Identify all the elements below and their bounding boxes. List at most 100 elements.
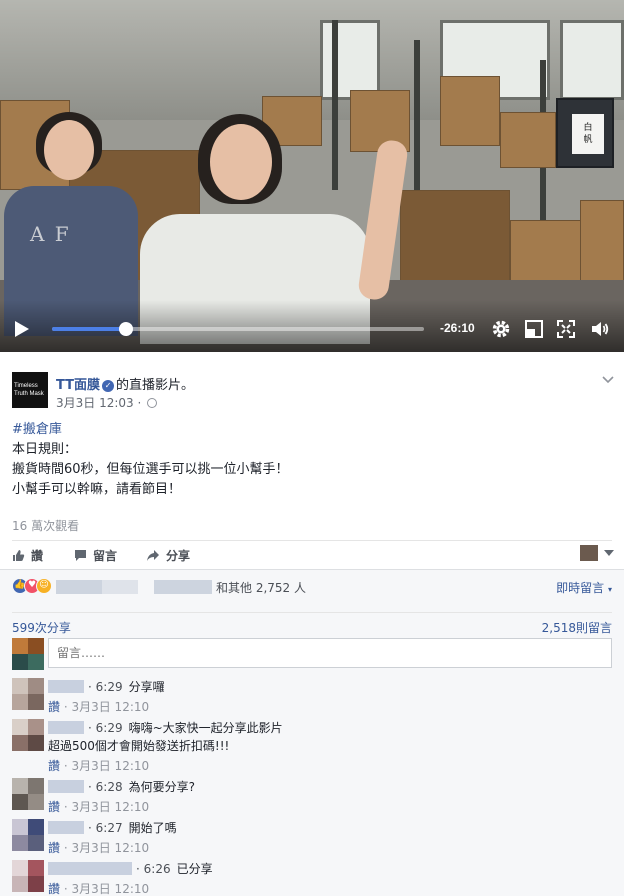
- settings-button[interactable]: [491, 319, 511, 339]
- comment-like-link[interactable]: 讚: [48, 882, 60, 896]
- picture-in-picture-icon: [525, 320, 543, 338]
- avatar: [12, 638, 44, 670]
- video-player[interactable]: 白帆 A F -26:10: [0, 0, 624, 352]
- comments-count-link[interactable]: 2,518則留言: [542, 619, 612, 636]
- video-frame-shelf: [332, 20, 338, 190]
- like-button[interactable]: 讚: [12, 547, 43, 564]
- commenter-avatar[interactable]: [12, 860, 44, 892]
- comment-item: · 6:29 嗨嗨~大家快一起分享此影片 超過500個才會開始發送折扣碼!!! 讚…: [12, 719, 612, 773]
- commenter-name-redacted[interactable]: [48, 821, 84, 834]
- action-bar: 讚 留言 分享: [12, 540, 614, 568]
- comment-text: 已分享: [176, 862, 213, 876]
- commenter-name-redacted[interactable]: [48, 780, 84, 793]
- commenter-avatar[interactable]: [12, 778, 44, 810]
- commenter-name-redacted[interactable]: [48, 680, 84, 693]
- gear-icon: [492, 320, 510, 338]
- comment-video-time[interactable]: · 6:29: [88, 721, 123, 735]
- thumbs-up-icon: [13, 550, 25, 561]
- video-frame-person: [44, 120, 94, 180]
- chevron-down-icon: [602, 376, 614, 384]
- caret-down-icon: [604, 550, 614, 556]
- comment-meta: 讚 · 3月3日 12:10: [48, 882, 150, 896]
- comment-sort-dropdown[interactable]: 即時留言 ▾: [556, 579, 612, 596]
- post-line: 小幫手可以幹嘛，請看節目！: [12, 482, 182, 497]
- post-header: Timeless Truth Mask TT面膜 ✓ 的直播影片。 3月3日 12:…: [0, 352, 624, 412]
- reactor-name-redacted[interactable]: [154, 580, 212, 594]
- post-timestamp[interactable]: 3月3日 12:03 ·: [56, 394, 158, 411]
- share-arrow-icon: [147, 550, 159, 561]
- commenter-name-redacted[interactable]: [48, 862, 132, 875]
- comment-date[interactable]: 3月3日 12:10: [71, 700, 149, 714]
- post-card: Timeless Truth Mask TT面膜 ✓ 的直播影片。 3月3日 12:…: [0, 352, 624, 896]
- comment-like-link[interactable]: 讚: [48, 800, 60, 814]
- comment-text-continued: 超過500個才會開始發送折扣碼!!!: [48, 739, 230, 753]
- globe-icon: [147, 398, 158, 408]
- comment-date[interactable]: 3月3日 12:10: [71, 800, 149, 814]
- haha-reaction-icon[interactable]: ☺: [36, 578, 52, 594]
- fullscreen-button[interactable]: [556, 319, 576, 339]
- comment-line: · 6:26 已分享: [48, 860, 213, 876]
- commenter-avatar[interactable]: [12, 678, 44, 710]
- comment-item: · 6:29 分享囉 讚 · 3月3日 12:10: [12, 678, 612, 714]
- post-line: 搬貨時間60秒，但每位選手可以挑一位小幫手！: [12, 462, 289, 477]
- comment-video-time[interactable]: · 6:28: [88, 780, 123, 794]
- post-message: #搬倉庫 本日規則： 搬貨時間60秒，但每位選手可以挑一位小幫手！ 小幫手可以幹…: [12, 420, 612, 500]
- page-avatar[interactable]: Timeless Truth Mask: [12, 372, 48, 408]
- comment-like-link[interactable]: 讚: [48, 841, 60, 855]
- volume-button[interactable]: [590, 319, 610, 339]
- post-action-text: 的直播影片。: [116, 378, 195, 393]
- comment-video-time[interactable]: · 6:29: [88, 680, 123, 694]
- scrubber-progress: [52, 327, 127, 331]
- share-button[interactable]: 分享: [146, 547, 190, 564]
- pip-button[interactable]: [524, 319, 544, 339]
- comment-line: · 6:29 分享囉: [48, 678, 165, 694]
- shirt-print: A F: [30, 222, 71, 246]
- video-frame-box: [500, 112, 556, 168]
- timestamp-text: 3月3日 12:03 ·: [56, 396, 142, 410]
- shares-count-link[interactable]: 599次分享: [12, 619, 71, 636]
- video-frame-box: [440, 76, 500, 146]
- play-icon: [15, 321, 29, 337]
- reactor-name-redacted[interactable]: [102, 580, 138, 594]
- comment-meta: 讚 · 3月3日 12:10: [48, 800, 150, 814]
- poster-line: TT面膜 ✓ 的直播影片。: [56, 374, 194, 393]
- comment-text: 嗨嗨~大家快一起分享此影片: [128, 721, 283, 735]
- comment-line: · 6:27 開始了嗎: [48, 819, 177, 835]
- video-frame-box: [580, 200, 624, 290]
- comment-video-time[interactable]: · 6:27: [88, 821, 123, 835]
- comment-video-time[interactable]: · 6:26: [136, 862, 171, 876]
- post-line: 本日規則：: [12, 442, 78, 457]
- reactions-others-link[interactable]: 和其他 2,752 人: [216, 579, 306, 596]
- comment-meta: 讚 · 3月3日 12:10: [48, 700, 150, 714]
- comment-date[interactable]: 3月3日 12:10: [71, 882, 149, 896]
- comment-like-link[interactable]: 讚: [48, 759, 60, 773]
- page-name-link[interactable]: TT面膜: [56, 378, 100, 393]
- reactor-name-redacted[interactable]: [56, 580, 102, 594]
- comment-meta: 讚 · 3月3日 12:10: [48, 759, 150, 773]
- post-as-selector[interactable]: [580, 545, 624, 563]
- bin-sign: 白帆: [572, 114, 604, 154]
- comment-button[interactable]: 留言: [74, 547, 117, 564]
- commenter-avatar[interactable]: [12, 719, 44, 751]
- comment-item: · 6:26 已分享 讚 · 3月3日 12:10: [12, 860, 612, 896]
- hashtag-link[interactable]: #搬倉庫: [12, 422, 62, 437]
- comment-text: 開始了嗎: [128, 821, 177, 835]
- comment-label: 留言: [93, 549, 118, 563]
- video-frame-person: [210, 124, 272, 200]
- comment-like-link[interactable]: 讚: [48, 700, 60, 714]
- commenter-avatar[interactable]: [12, 819, 44, 851]
- commenter-name-redacted[interactable]: [48, 721, 84, 734]
- post-options-button[interactable]: [602, 374, 614, 384]
- comment-item: · 6:27 開始了嗎 讚 · 3月3日 12:10: [12, 819, 612, 855]
- scrubber-knob[interactable]: [119, 322, 134, 336]
- comment-input[interactable]: [48, 638, 612, 668]
- video-frame-box: [400, 190, 510, 290]
- share-label: 分享: [166, 549, 191, 563]
- comment-date[interactable]: 3月3日 12:10: [71, 841, 149, 855]
- comment-date[interactable]: 3月3日 12:10: [71, 759, 149, 773]
- feedback-section: 👍 ♥ ☺ 和其他 2,752 人 即時留言 ▾ 599次分享 2,518則留言: [0, 569, 624, 896]
- time-remaining: -26:10: [440, 321, 475, 335]
- play-button[interactable]: [14, 320, 30, 338]
- video-scrubber[interactable]: [52, 322, 424, 336]
- comment-text: 分享囉: [128, 680, 165, 694]
